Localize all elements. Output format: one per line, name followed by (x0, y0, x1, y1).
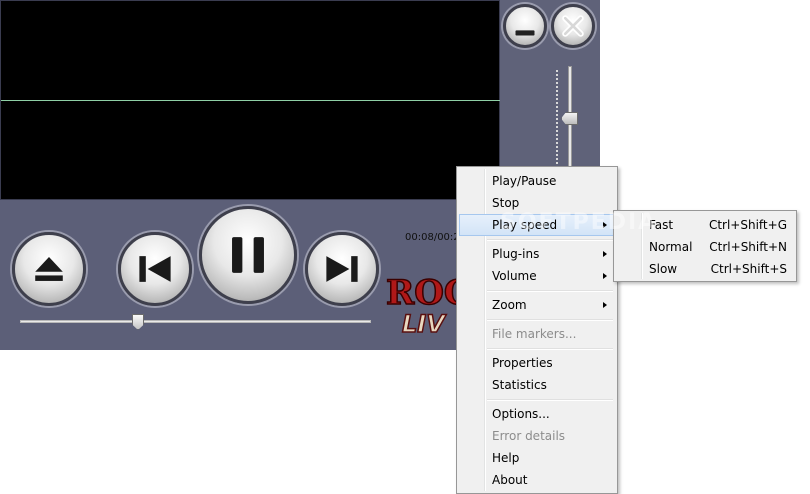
pause-icon (232, 237, 264, 273)
menu-separator (487, 290, 613, 292)
submenu-item-fast[interactable]: Fast Ctrl+Shift+G (616, 214, 794, 236)
submenu-item-normal[interactable]: Normal Ctrl+Shift+N (616, 236, 794, 258)
app-logo: ROC LIV (386, 272, 458, 342)
menu-item-properties[interactable]: Properties (459, 352, 615, 374)
skip-forward-icon (326, 256, 358, 282)
menu-item-statistics[interactable]: Statistics (459, 374, 615, 396)
eject-button[interactable] (12, 232, 86, 306)
menu-item-error-details: Error details (492, 429, 566, 443)
seek-bar[interactable] (20, 320, 371, 323)
menu-item-volume[interactable]: Volume (459, 265, 615, 287)
eject-icon (35, 257, 63, 281)
menu-item-about[interactable]: About (459, 469, 615, 491)
seek-bar-thumb[interactable] (132, 314, 144, 330)
close-icon (562, 15, 584, 37)
menu-item-stop[interactable]: Stop (459, 192, 615, 214)
menu-separator (487, 319, 613, 321)
context-menu: Play/Pause Stop Play speed Plug-ins Volu… (456, 166, 618, 494)
waveform-line (1, 100, 501, 101)
menu-item-file-markers: File markers... (492, 327, 577, 341)
pause-button[interactable] (199, 206, 297, 304)
svg-text:LIV: LIV (402, 310, 447, 338)
menu-item-play-speed[interactable]: Play speed (459, 214, 615, 236)
skip-back-icon (139, 256, 171, 282)
next-button[interactable] (305, 232, 379, 306)
play-speed-submenu: Fast Ctrl+Shift+G Normal Ctrl+Shift+N Slow… (613, 210, 797, 282)
video-area[interactable] (0, 0, 501, 200)
close-button[interactable] (551, 4, 595, 48)
svg-text:ROC: ROC (386, 273, 458, 313)
submenu-arrow-icon (603, 222, 607, 228)
submenu-arrow-icon (603, 273, 607, 279)
submenu-arrow-icon (603, 251, 607, 257)
menu-item-play-pause[interactable]: Play/Pause (459, 170, 615, 192)
menu-item-options[interactable]: Options... (459, 403, 615, 425)
previous-button[interactable] (118, 232, 192, 306)
menu-item-help[interactable]: Help (459, 447, 615, 469)
menu-separator (487, 348, 613, 350)
time-display: 00:08/00:2 (405, 232, 460, 243)
menu-item-plug-ins[interactable]: Plug-ins (459, 243, 615, 265)
submenu-arrow-icon (603, 302, 607, 308)
menu-separator (487, 239, 613, 241)
menu-item-zoom[interactable]: Zoom (459, 294, 615, 316)
volume-scale (556, 70, 558, 170)
minimize-icon (515, 30, 535, 36)
menu-separator (487, 399, 613, 401)
minimize-button[interactable] (503, 4, 547, 48)
screen: 00:08/00:2 ROC LIV Play/Pause Stop Play … (0, 0, 810, 494)
submenu-item-slow[interactable]: Slow Ctrl+Shift+S (616, 258, 794, 280)
